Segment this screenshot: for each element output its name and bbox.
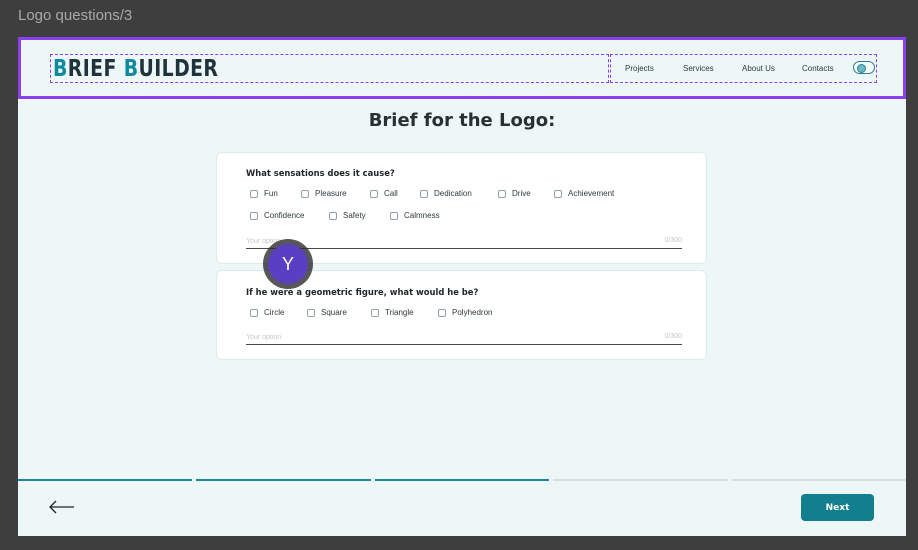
option-drive[interactable]: Drive — [498, 189, 531, 198]
option-calmness[interactable]: Calmness — [390, 211, 440, 220]
nav-services[interactable]: Services — [683, 64, 714, 73]
checkbox[interactable] — [438, 308, 446, 317]
checkbox[interactable] — [301, 189, 309, 198]
logo-container: BRIEF BUILDER — [50, 54, 609, 83]
brand-logo[interactable]: BRIEF BUILDER — [53, 57, 218, 81]
option-pleasure[interactable]: Pleasure — [301, 189, 347, 198]
char-counter: 0/300 — [664, 333, 682, 340]
option-polyhedron[interactable]: Polyhedron — [438, 308, 492, 317]
logo-letter-b2: B — [123, 56, 139, 82]
checkbox[interactable] — [307, 308, 315, 317]
header: BRIEF BUILDER Projects Services About Us… — [18, 37, 906, 99]
next-button[interactable]: Next — [801, 494, 874, 521]
progress-segment — [18, 479, 193, 481]
theme-toggle[interactable] — [853, 61, 875, 74]
theme-toggle-icon — [857, 63, 866, 73]
page-title: Brief for the Logo: — [368, 110, 556, 131]
checkbox[interactable] — [390, 211, 398, 220]
frame-label: Logo questions/3 — [18, 7, 133, 24]
checkbox[interactable] — [371, 308, 379, 317]
app-frame: BRIEF BUILDER Projects Services About Us… — [18, 37, 906, 536]
option-safety[interactable]: Safety — [329, 211, 366, 220]
user-avatar-marker: Y — [263, 239, 313, 289]
checkbox[interactable] — [250, 211, 258, 220]
logo-letter-b1: B — [53, 56, 68, 82]
progress-segment — [731, 479, 906, 481]
option-achievement[interactable]: Achievement — [554, 189, 614, 198]
checkbox[interactable] — [498, 189, 506, 198]
back-button[interactable] — [48, 497, 76, 517]
option-call[interactable]: Call — [370, 189, 398, 198]
progress-segment — [196, 479, 371, 481]
custom-option-input[interactable] — [246, 331, 626, 343]
nav-contacts[interactable]: Contacts — [802, 64, 834, 73]
checkbox[interactable] — [250, 308, 258, 317]
question-title: What sensations does it cause? — [246, 168, 395, 178]
option-circle[interactable]: Circle — [250, 308, 284, 317]
progress-segment — [374, 479, 550, 481]
checkbox[interactable] — [250, 189, 258, 198]
option-fun[interactable]: Fun — [250, 189, 278, 198]
checkbox[interactable] — [370, 189, 378, 198]
logo-text-uilder: UILDER — [138, 56, 219, 82]
nav-projects[interactable]: Projects — [625, 64, 654, 73]
option-square[interactable]: Square — [307, 308, 347, 317]
checkbox[interactable] — [329, 211, 337, 220]
char-counter: 0/300 — [664, 237, 682, 244]
top-nav: Projects Services About Us Contacts — [610, 54, 877, 83]
option-confidence[interactable]: Confidence — [250, 211, 304, 220]
progress-segment — [553, 479, 728, 481]
custom-option-field: 0/300 — [246, 331, 682, 345]
option-triangle[interactable]: Triangle — [371, 308, 414, 317]
nav-about-us[interactable]: About Us — [742, 64, 775, 73]
custom-option-field: 0/300 — [246, 235, 682, 249]
checkbox[interactable] — [554, 189, 562, 198]
logo-text-rief: RIEF — [67, 56, 124, 82]
arrow-left-icon — [49, 500, 74, 514]
avatar[interactable]: Y — [268, 244, 308, 284]
checkbox[interactable] — [420, 189, 428, 198]
question-title: If he were a geometric figure, what woul… — [246, 287, 479, 297]
option-dedication[interactable]: Dedication — [420, 189, 472, 198]
